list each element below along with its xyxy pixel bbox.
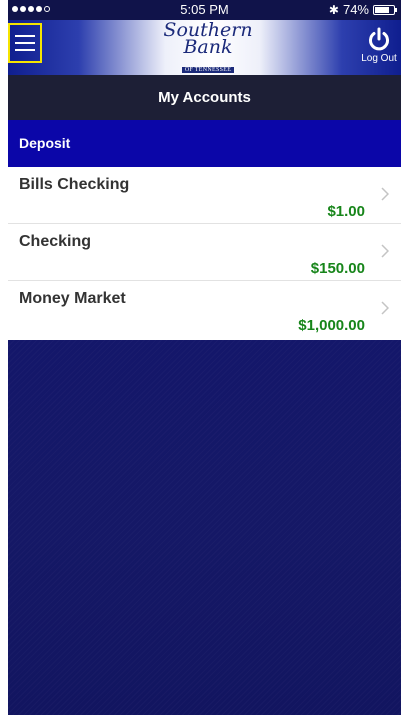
bluetooth-icon: ✱ (328, 2, 339, 17)
account-row[interactable]: Bills Checking $1.00 (8, 167, 401, 224)
account-row[interactable]: Checking $150.00 (8, 224, 401, 281)
background-texture (8, 340, 401, 715)
logo-line2: Bank (183, 36, 233, 58)
chevron-right-icon (381, 301, 389, 315)
background-area (8, 340, 401, 715)
bank-logo: Southern Bank OF TENNESSEE (148, 21, 268, 75)
chevron-right-icon (381, 244, 389, 258)
chevron-right-icon (381, 187, 389, 201)
account-balance: $1,000.00 (298, 317, 365, 334)
logout-label: Log Out (361, 53, 397, 64)
account-balance: $150.00 (310, 260, 365, 277)
status-right: ✱ 74% (328, 2, 397, 17)
section-header-deposit: Deposit (8, 120, 401, 167)
account-balance: $1.00 (327, 203, 365, 220)
status-bar: 5:05 PM ✱ 74% (8, 0, 401, 20)
battery-icon (373, 4, 397, 15)
menu-button[interactable] (8, 23, 42, 63)
logo-subtitle: OF TENNESSEE (181, 67, 235, 73)
app-header: Southern Bank OF TENNESSEE Log Out (8, 20, 401, 75)
power-icon (369, 27, 389, 51)
hamburger-icon (15, 35, 35, 37)
account-name: Checking (19, 233, 92, 250)
account-name: Bills Checking (19, 176, 130, 193)
page-title: My Accounts (8, 75, 401, 120)
account-row[interactable]: Money Market $1,000.00 (8, 281, 401, 337)
account-list: Bills Checking $1.00 Checking $150.00 Mo… (8, 167, 401, 337)
account-name: Money Market (19, 290, 126, 307)
logout-button[interactable]: Log Out (357, 26, 401, 64)
battery-percent: 74% (342, 2, 369, 17)
phone-screen: 5:05 PM ✱ 74% Southern Bank OF TENNESSEE… (0, 0, 402, 715)
